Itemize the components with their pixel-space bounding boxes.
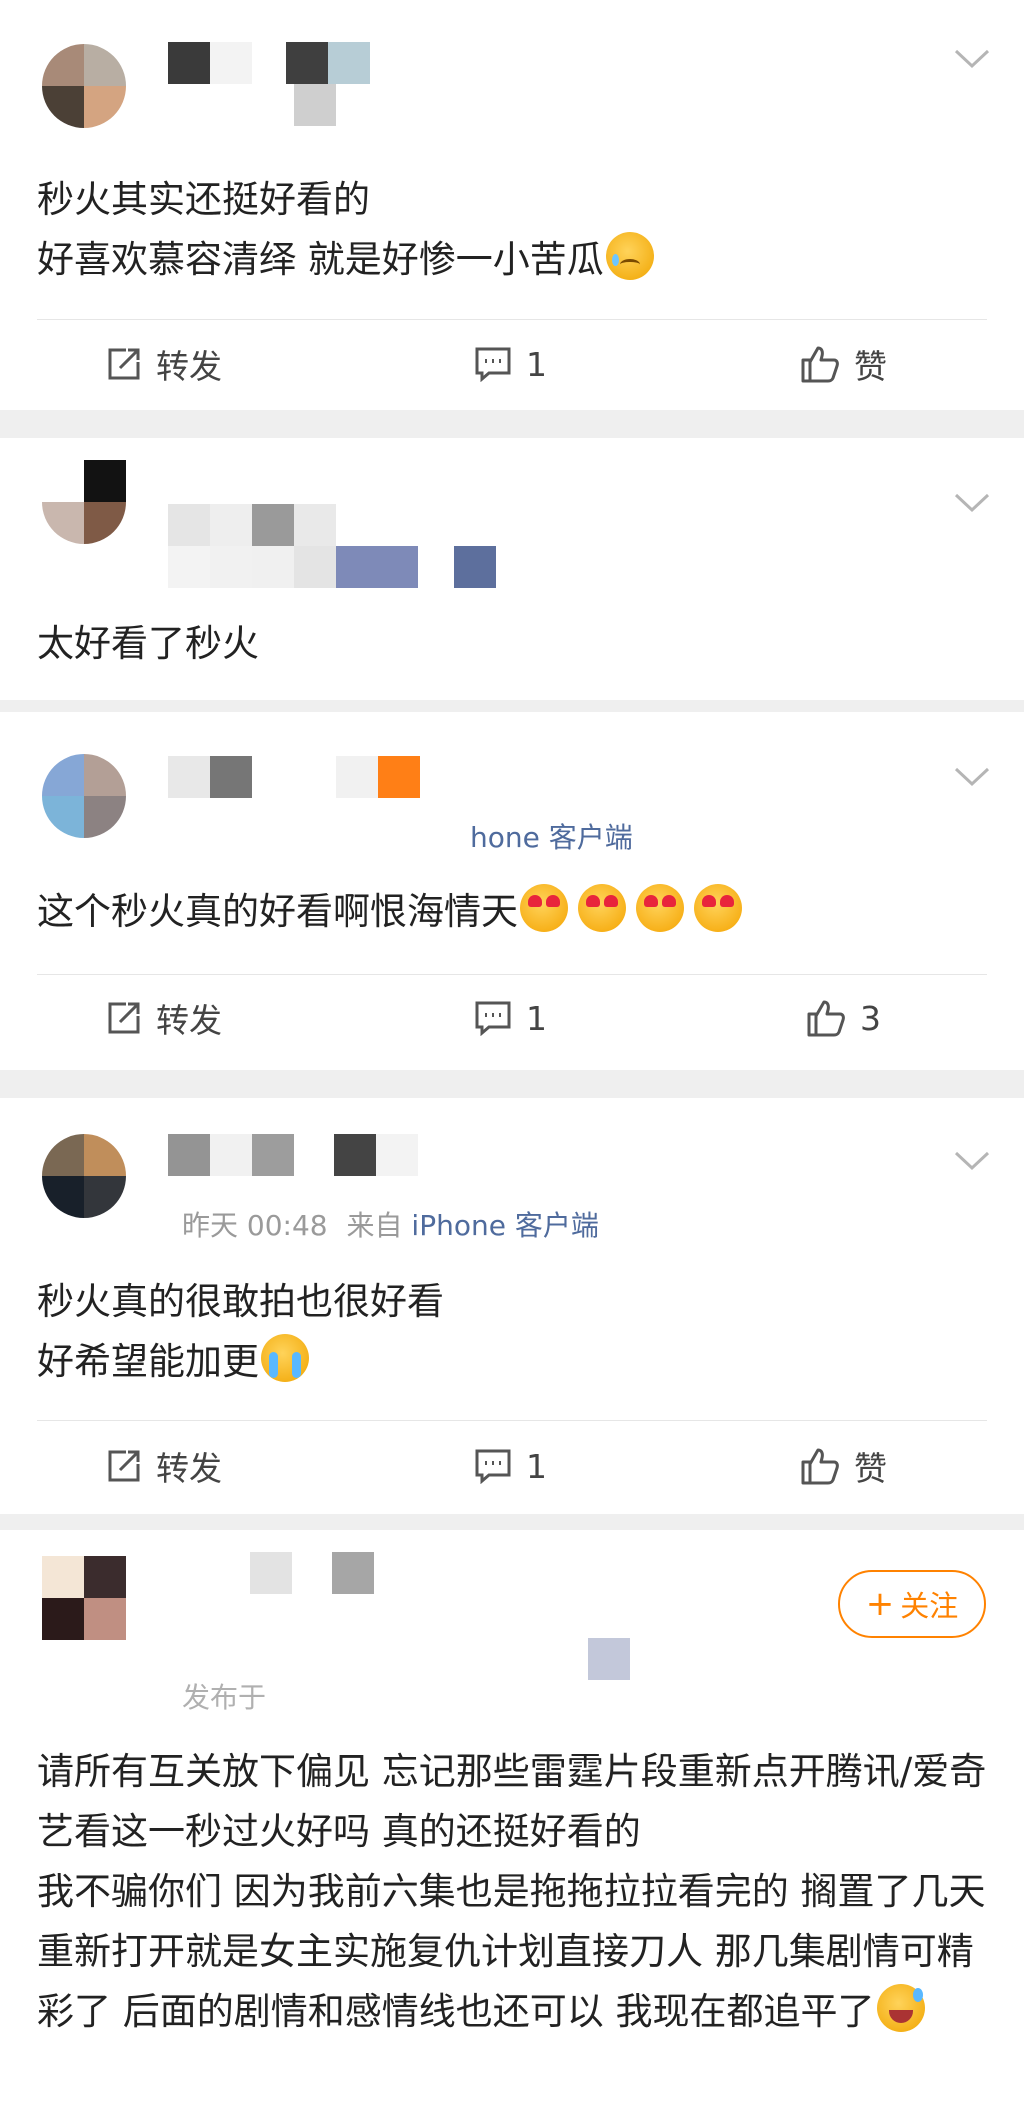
post-text: 请所有互关放下偏见 忘记那些雷霆片段重新点开腾讯/爱奇艺看这一秒过火好吗 真的还… bbox=[37, 1750, 987, 2033]
username-blurred[interactable] bbox=[168, 1134, 418, 1176]
chevron-down-icon[interactable] bbox=[954, 1150, 990, 1172]
post-card: hone 客户端 这个秒火真的好看啊恨海情天 转发 1 3 bbox=[0, 712, 1024, 1070]
like-button[interactable]: 3 bbox=[806, 988, 881, 1048]
heart-eyes-emoji bbox=[694, 884, 742, 932]
separator bbox=[0, 700, 1024, 712]
post-meta: hone 客户端 bbox=[470, 816, 633, 856]
post-time: 发布于 bbox=[182, 1681, 267, 1714]
repost-label: 转发 bbox=[156, 1001, 222, 1040]
post-time: 昨天 00:48 bbox=[182, 1209, 328, 1242]
comment-count: 1 bbox=[526, 344, 547, 384]
avatar[interactable] bbox=[42, 44, 126, 128]
thumbs-up-icon bbox=[801, 1448, 839, 1485]
post-text: 秒火真的很敢拍也很好看 好希望能加更 bbox=[37, 1280, 444, 1383]
heart-eyes-emoji bbox=[578, 884, 626, 932]
avatar[interactable] bbox=[42, 1556, 126, 1640]
chevron-down-icon[interactable] bbox=[954, 492, 990, 514]
comment-button[interactable]: 1 bbox=[474, 988, 547, 1048]
repost-icon bbox=[108, 1450, 140, 1482]
action-bar: 转发 1 赞 bbox=[0, 1436, 1024, 1496]
post-card: 太好看了秒火 bbox=[0, 438, 1024, 700]
post-source[interactable]: iPhone 客户端 bbox=[411, 1209, 598, 1242]
laughing-sweat-emoji bbox=[876, 1984, 925, 2032]
divider bbox=[37, 1420, 987, 1421]
post-meta: 昨天 00:48 来自 iPhone 客户端 bbox=[182, 1204, 599, 1244]
username-blurred[interactable] bbox=[250, 1552, 374, 1594]
repost-button[interactable]: 转发 bbox=[106, 1436, 222, 1496]
thumbs-up-icon bbox=[801, 346, 839, 383]
post-source[interactable]: hone 客户端 bbox=[470, 821, 633, 854]
separator bbox=[0, 1070, 1024, 1098]
like-button[interactable]: 赞 bbox=[800, 1436, 887, 1496]
post-text: 太好看了秒火 bbox=[37, 622, 259, 665]
post-from: 来自 bbox=[346, 1209, 403, 1242]
like-count: 赞 bbox=[854, 1449, 887, 1488]
comment-icon bbox=[475, 347, 511, 382]
like-count: 3 bbox=[860, 998, 881, 1038]
heart-eyes-emoji bbox=[636, 884, 684, 932]
repost-button[interactable]: 转发 bbox=[106, 988, 222, 1048]
avatar[interactable] bbox=[42, 754, 126, 838]
divider bbox=[37, 974, 987, 975]
like-button[interactable]: 赞 bbox=[800, 334, 887, 394]
action-bar: 转发 1 3 bbox=[0, 988, 1024, 1048]
username-blurred[interactable] bbox=[168, 504, 336, 546]
comment-button[interactable]: 1 bbox=[474, 1436, 547, 1496]
plus-icon: + bbox=[865, 1584, 895, 1624]
username-blurred[interactable] bbox=[168, 756, 420, 798]
like-count: 赞 bbox=[854, 347, 887, 386]
meta-blurred bbox=[588, 1638, 630, 1680]
repost-icon bbox=[108, 348, 140, 380]
chevron-down-icon[interactable] bbox=[954, 48, 990, 70]
follow-button[interactable]: + 关注 bbox=[838, 1570, 986, 1638]
separator bbox=[0, 410, 1024, 438]
crying-emoji bbox=[261, 1334, 309, 1382]
meta-blurred bbox=[294, 84, 336, 126]
post-card: 昨天 00:48 来自 iPhone 客户端 秒火真的很敢拍也很好看 好希望能加… bbox=[0, 1098, 1024, 1514]
chevron-down-icon[interactable] bbox=[954, 766, 990, 788]
post-meta: 发布于 bbox=[182, 1676, 266, 1716]
comment-button[interactable]: 1 bbox=[474, 334, 547, 394]
meta-blurred bbox=[168, 546, 496, 588]
avatar[interactable] bbox=[42, 460, 126, 544]
action-bar: 转发 1 赞 bbox=[0, 334, 1024, 394]
post-text: 这个秒火真的好看啊恨海情天 bbox=[37, 882, 994, 942]
comment-icon bbox=[475, 1001, 511, 1036]
follow-label: 关注 bbox=[900, 1589, 959, 1623]
username-blurred[interactable] bbox=[168, 42, 370, 84]
heart-eyes-emoji bbox=[520, 884, 568, 932]
post-card: 发布于 + 关注 请所有互关放下偏见 忘记那些雷霆片段重新点开腾讯/爱奇艺看这一… bbox=[0, 1530, 1024, 2110]
sad-tear-emoji bbox=[605, 232, 654, 280]
avatar[interactable] bbox=[42, 1134, 126, 1218]
thumbs-up-icon bbox=[807, 1000, 845, 1037]
post-card: 秒火其实还挺好看的 好喜欢慕容清绎 就是好惨一小苦瓜 转发 1 赞 bbox=[0, 0, 1024, 410]
divider bbox=[37, 319, 987, 320]
comment-count: 1 bbox=[526, 1446, 547, 1486]
repost-label: 转发 bbox=[156, 1449, 222, 1488]
comment-count: 1 bbox=[526, 998, 547, 1038]
repost-button[interactable]: 转发 bbox=[106, 334, 222, 394]
repost-icon bbox=[108, 1002, 140, 1034]
repost-label: 转发 bbox=[156, 347, 222, 386]
comment-icon bbox=[475, 1449, 511, 1484]
post-text: 秒火其实还挺好看的 好喜欢慕容清绎 就是好惨一小苦瓜 bbox=[37, 170, 994, 290]
separator bbox=[0, 1514, 1024, 1530]
